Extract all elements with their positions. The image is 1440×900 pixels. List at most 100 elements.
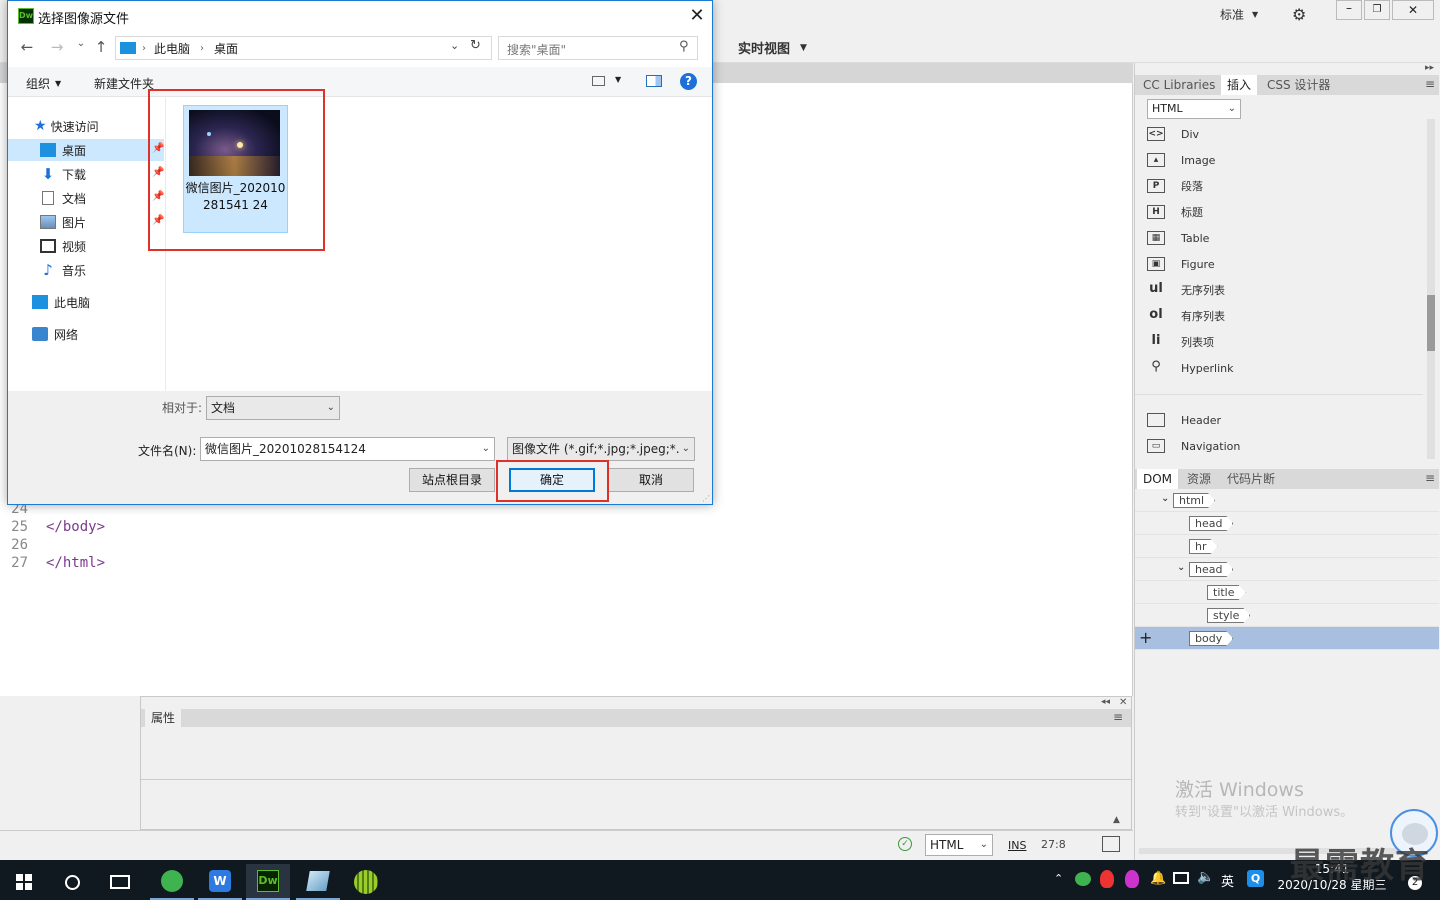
dom-node-hr[interactable]: hr xyxy=(1135,535,1439,558)
taskbar-notes[interactable] xyxy=(296,864,340,900)
start-button[interactable] xyxy=(2,864,46,900)
close-icon[interactable]: ✕ xyxy=(1119,697,1127,708)
nav-network[interactable]: 网络 xyxy=(32,323,78,345)
insert-table[interactable]: ▦ Table xyxy=(1147,227,1209,249)
breadcrumb-desktop[interactable]: 桌面 xyxy=(214,40,238,57)
breadcrumb-this-pc[interactable]: 此电脑 xyxy=(154,40,190,57)
dom-node-title[interactable]: title xyxy=(1135,581,1439,604)
insert-div[interactable]: <> Div xyxy=(1147,123,1199,145)
refresh-icon[interactable]: ↻ xyxy=(470,38,481,53)
dom-node-style[interactable]: style xyxy=(1135,604,1439,627)
dom-node-body[interactable]: + body xyxy=(1135,627,1439,650)
tab-css-designer[interactable]: CSS 设计器 xyxy=(1261,75,1336,95)
task-view-button[interactable] xyxy=(98,864,142,900)
relative-to-select[interactable]: 文档 ⌄ xyxy=(206,396,340,420)
wechat-icon[interactable] xyxy=(1075,872,1091,886)
show-hidden-icons-icon[interactable]: ⌃ xyxy=(1054,872,1063,885)
organize-button[interactable]: 组织 ▼ xyxy=(26,75,61,92)
sync-settings-icon[interactable]: ⚙ xyxy=(1292,5,1306,24)
network-status-icon[interactable] xyxy=(1173,872,1189,884)
insert-image[interactable]: ▴ Image xyxy=(1147,149,1215,171)
nav-label: 此电脑 xyxy=(54,295,91,310)
preview-pane-icon[interactable] xyxy=(646,75,662,87)
dom-node-head[interactable]: ⌄ head xyxy=(1135,558,1439,581)
properties-tab[interactable]: 属性 xyxy=(145,709,182,727)
file-type-select[interactable]: 图像文件 (*.gif;*.jpg;*.jpeg;*.p ⌄ xyxy=(507,437,695,461)
notification-bell-icon[interactable]: 🔔 xyxy=(1150,871,1166,886)
nav-item-desktop[interactable]: 桌面 📌 xyxy=(8,139,164,161)
insert-header[interactable]: Header xyxy=(1147,409,1221,431)
nav-item-pictures[interactable]: 图片 📌 xyxy=(8,211,164,233)
insert-category-select[interactable]: HTML ⌄ xyxy=(1147,99,1241,119)
nav-item-videos[interactable]: 视频 xyxy=(8,235,164,257)
chevron-down-icon[interactable]: ▼ xyxy=(615,75,621,84)
dom-node-html[interactable]: ⌄ html xyxy=(1135,489,1439,512)
expand-icon[interactable]: ▸▸ xyxy=(1425,63,1434,73)
search-input[interactable]: 搜索"桌面" ⚲ xyxy=(498,36,698,60)
nav-this-pc[interactable]: 此电脑 xyxy=(32,291,90,313)
ime-indicator[interactable]: 英 xyxy=(1221,871,1234,890)
volume-icon[interactable]: 🔈 xyxy=(1197,869,1214,885)
recent-chevron-icon[interactable]: ⌄ xyxy=(72,38,90,58)
taskbar-app[interactable] xyxy=(344,864,388,900)
chevron-down-icon[interactable]: ⌄ xyxy=(1177,562,1185,573)
restore-button[interactable]: ❐ xyxy=(1364,0,1390,20)
live-view-button[interactable]: 实时视图 ▼ xyxy=(738,38,807,57)
app-close-button[interactable]: ✕ xyxy=(1392,0,1434,20)
cancel-button[interactable]: 取消 xyxy=(608,468,694,492)
language-select[interactable]: HTML ⌄ xyxy=(925,834,993,856)
dom-tag: hr xyxy=(1189,539,1218,554)
address-bar[interactable]: › 此电脑 › 桌面 ⌄ ↻ xyxy=(115,36,492,60)
insert-hyperlink[interactable]: ⚲ Hyperlink xyxy=(1147,357,1233,379)
expand-up-icon[interactable]: ▲ xyxy=(1113,815,1120,825)
tab-assets[interactable]: 资源 xyxy=(1181,469,1217,489)
insert-navigation[interactable]: ▭ Navigation xyxy=(1147,435,1240,457)
scrollbar[interactable] xyxy=(1427,119,1435,459)
insert-ul[interactable]: ul 无序列表 xyxy=(1147,279,1225,301)
tab-dom[interactable]: DOM xyxy=(1137,469,1179,489)
tab-cc-libraries[interactable]: CC Libraries xyxy=(1137,75,1221,95)
tab-insert[interactable]: 插入 xyxy=(1221,75,1258,95)
chevron-down-icon[interactable]: ⌄ xyxy=(450,39,459,52)
chevron-down-icon[interactable]: ⌄ xyxy=(482,438,490,460)
taskbar-dreamweaver[interactable]: Dw xyxy=(246,864,290,900)
up-arrow-icon[interactable]: ↑ xyxy=(92,38,110,58)
insert-paragraph[interactable]: P 段落 xyxy=(1147,175,1203,197)
help-icon[interactable]: ? xyxy=(680,73,697,90)
workspace-switcher[interactable]: 标准 ▼ xyxy=(1220,6,1258,23)
preview-icon[interactable] xyxy=(1102,836,1120,852)
panel-menu-icon[interactable]: ≡ xyxy=(1425,77,1435,91)
new-folder-button[interactable]: 新建文件夹 xyxy=(94,75,154,92)
taskbar-writer[interactable]: W xyxy=(198,864,242,900)
nav-item-documents[interactable]: 文档 📌 xyxy=(8,187,164,209)
collapse-icon[interactable]: ◂◂ xyxy=(1101,697,1110,707)
insert-ol[interactable]: ol 有序列表 xyxy=(1147,305,1225,327)
insert-mode[interactable]: INS xyxy=(1008,839,1026,852)
scrollbar-thumb[interactable] xyxy=(1427,295,1435,351)
insert-figure[interactable]: ▣ Figure xyxy=(1147,253,1215,275)
site-root-button[interactable]: 站点根目录 xyxy=(409,468,495,492)
qq-browser-icon[interactable]: Q xyxy=(1247,870,1264,887)
minimize-button[interactable]: – xyxy=(1336,0,1362,20)
forward-arrow-icon[interactable]: → xyxy=(48,38,66,58)
view-mode-icon[interactable] xyxy=(592,76,605,86)
nav-item-downloads[interactable]: ⬇ 下载 📌 xyxy=(8,163,165,185)
insert-li[interactable]: li 列表项 xyxy=(1147,331,1214,353)
close-icon[interactable]: ✕ xyxy=(684,4,710,28)
add-icon[interactable]: + xyxy=(1139,628,1152,647)
filename-input[interactable]: 微信图片_20201028154124 ⌄ xyxy=(200,437,495,461)
search-button[interactable] xyxy=(50,864,94,900)
panel-menu-icon[interactable]: ≡ xyxy=(1425,471,1435,485)
taskbar-browser[interactable] xyxy=(150,864,194,900)
nav-item-music[interactable]: ♪ 音乐 xyxy=(8,259,164,281)
resize-grip-icon[interactable]: ⋰ xyxy=(702,494,710,503)
insert-heading[interactable]: H 标题 xyxy=(1147,201,1203,223)
tab-snippets[interactable]: 代码片断 xyxy=(1221,469,1281,489)
back-arrow-icon[interactable]: ← xyxy=(18,38,36,58)
dom-node-head[interactable]: head xyxy=(1135,512,1439,535)
panel-menu-icon[interactable]: ≡ xyxy=(1113,710,1123,724)
qq-icon[interactable] xyxy=(1125,870,1139,888)
chevron-down-icon[interactable]: ⌄ xyxy=(1161,493,1169,504)
nav-quick-access[interactable]: ★ 快速访问 xyxy=(34,115,99,137)
qq-icon[interactable] xyxy=(1100,870,1114,888)
